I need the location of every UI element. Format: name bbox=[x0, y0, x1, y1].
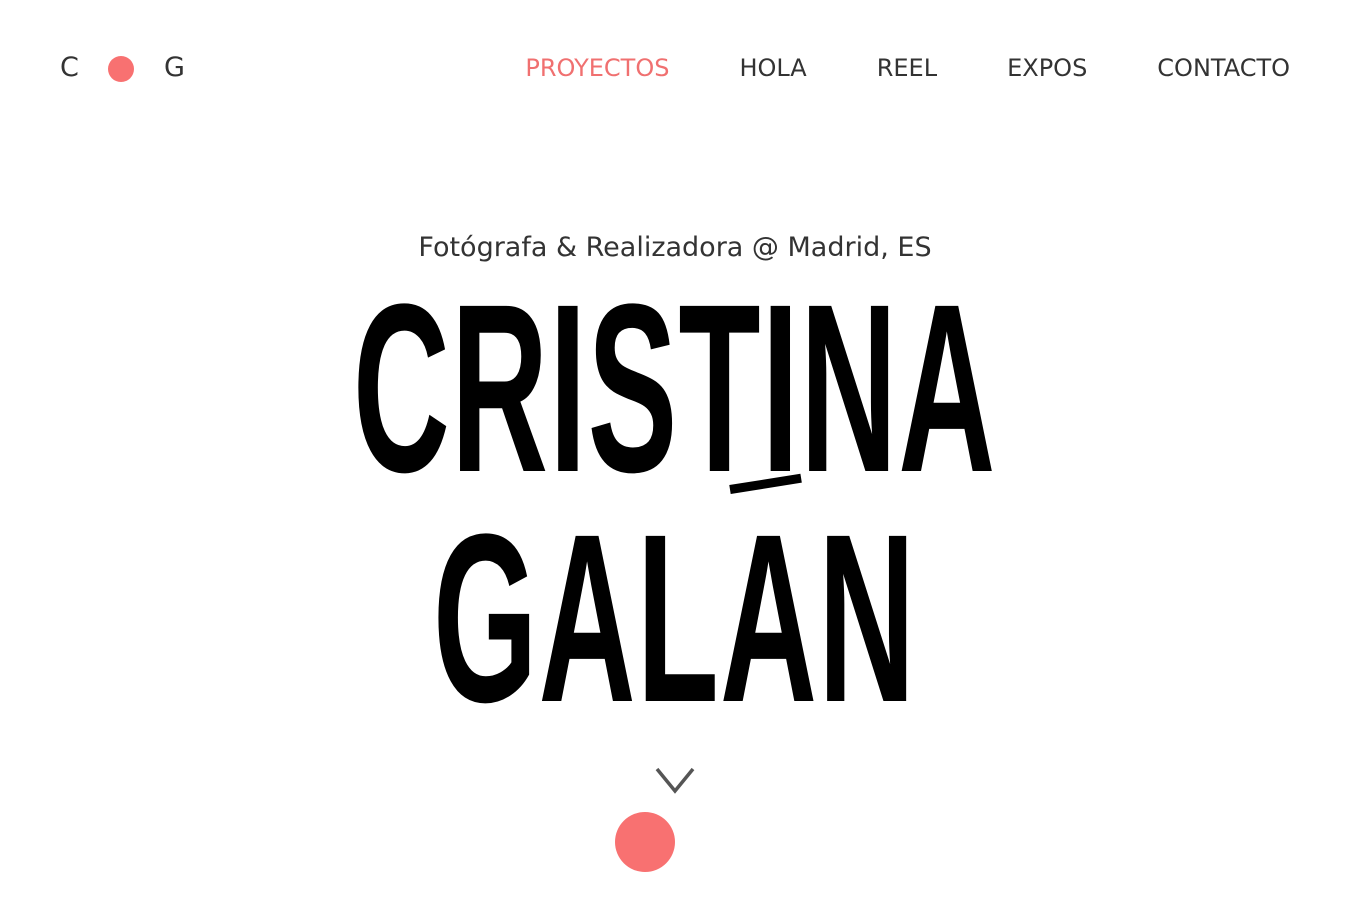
scroll-down-button[interactable] bbox=[615, 812, 675, 872]
main-nav: PROYECTOS HOLA REEL EXPOS CONTACTO bbox=[525, 50, 1290, 86]
nav-item-reel[interactable]: REEL bbox=[877, 50, 937, 86]
hero-last-name-row: GALAN bbox=[0, 498, 1350, 738]
chevron-down-icon[interactable] bbox=[654, 765, 696, 795]
nav-item-proyectos[interactable]: PROYECTOS bbox=[525, 50, 669, 86]
chevron-down-icon-svg bbox=[655, 767, 695, 794]
logo-letter-g: G bbox=[164, 52, 185, 83]
hero-first-name-row: CRISTINA bbox=[0, 268, 1350, 508]
nav-item-contacto[interactable]: CONTACTO bbox=[1157, 50, 1290, 86]
site-logo[interactable]: C G bbox=[60, 50, 200, 86]
logo-letter-c: C bbox=[60, 52, 79, 83]
nav-item-hola[interactable]: HOLA bbox=[739, 50, 806, 86]
nav-item-expos[interactable]: EXPOS bbox=[1007, 50, 1087, 86]
hero-last-name: GALAN bbox=[433, 484, 917, 752]
hero-first-name: CRISTINA bbox=[353, 254, 997, 522]
logo-dot bbox=[108, 56, 134, 82]
